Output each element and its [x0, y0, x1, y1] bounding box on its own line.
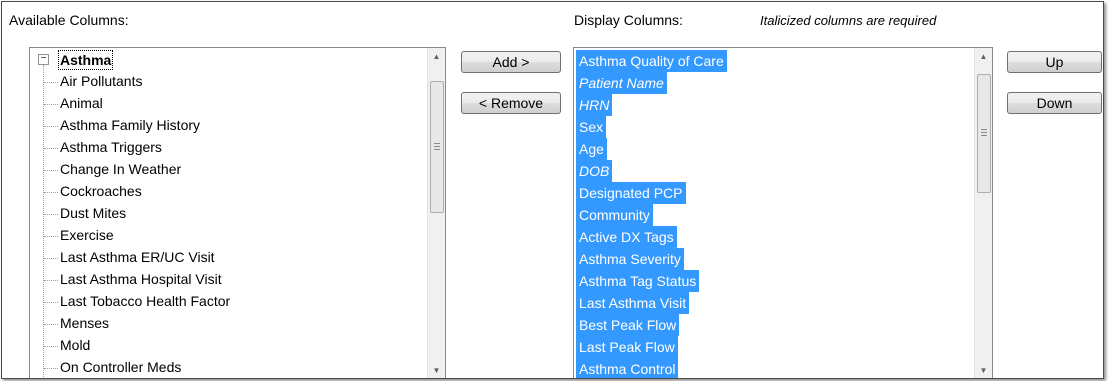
tree-item[interactable]: Menses: [44, 312, 109, 334]
tree-branch-line: [44, 191, 58, 193]
down-button[interactable]: Down: [1007, 92, 1102, 114]
minus-box-icon[interactable]: −: [38, 54, 49, 65]
remove-button[interactable]: < Remove: [461, 92, 561, 114]
tree-branch-line: [44, 147, 58, 149]
tree-item[interactable]: Last Asthma Hospital Visit: [44, 268, 222, 290]
available-columns-tree[interactable]: − Asthma Air Pollutants Animal Asthma Fami…: [29, 47, 446, 378]
display-column-item[interactable]: Patient Name: [576, 72, 667, 94]
thumb-grip: [981, 129, 987, 130]
thumb-grip: [434, 146, 440, 147]
tree-item-label: Last Asthma Hospital Visit: [60, 271, 222, 287]
available-columns-label: Available Columns:: [9, 12, 129, 28]
available-scrollbar[interactable]: ▲ ▼: [427, 48, 445, 378]
display-column-item[interactable]: DOB: [576, 160, 613, 182]
display-column-item[interactable]: Sex: [576, 116, 607, 138]
tree-item-label: Exercise: [60, 227, 114, 243]
display-column-item[interactable]: Best Peak Flow: [576, 314, 680, 336]
tree-item[interactable]: Exercise: [44, 224, 114, 246]
required-note: Italicized columns are required: [760, 13, 937, 28]
tree-branch-line: [44, 279, 58, 281]
tree-item[interactable]: Last Tobacco Health Factor: [44, 290, 230, 312]
tree-item[interactable]: On Controller Meds: [44, 356, 181, 378]
display-column-item[interactable]: HRN: [576, 94, 613, 116]
scroll-up-arrow-icon[interactable]: ▲: [975, 48, 992, 65]
tree-item[interactable]: Dust Mites: [44, 202, 126, 224]
display-column-item[interactable]: Asthma Severity: [576, 248, 684, 270]
tree-item-label: Mold: [60, 337, 91, 353]
tree-item-label: Animal: [60, 95, 103, 111]
tree-item[interactable]: Last Asthma ER/UC Visit: [44, 246, 215, 268]
column-chooser-panel: Available Columns: Display Columns: Ital…: [1, 1, 1104, 379]
tree-branch-line: [44, 257, 58, 259]
thumb-grip: [434, 143, 440, 144]
tree-branch-line: [44, 367, 58, 369]
thumb-grip: [981, 132, 987, 133]
tree-item-label: Last Tobacco Health Factor: [60, 293, 231, 309]
tree-branch-line: [44, 235, 58, 237]
display-column-item[interactable]: Asthma Quality of Care: [576, 50, 727, 72]
tree-item-label: Menses: [60, 315, 110, 331]
tree-root-asthma[interactable]: Asthma: [58, 50, 114, 70]
tree-branch-line: [44, 169, 58, 171]
display-column-item[interactable]: Asthma Control: [576, 358, 679, 378]
scroll-down-arrow-icon[interactable]: ▼: [975, 362, 992, 378]
thumb-grip: [434, 149, 440, 150]
scroll-thumb[interactable]: [430, 81, 444, 213]
tree-item[interactable]: Change In Weather: [44, 158, 181, 180]
scroll-up-arrow-icon[interactable]: ▲: [428, 48, 445, 65]
tree-branch-line: [44, 103, 58, 105]
tree-item[interactable]: Asthma Triggers: [44, 136, 162, 158]
tree-item[interactable]: Cockroaches: [44, 180, 142, 202]
display-column-item[interactable]: Last Peak Flow: [576, 336, 678, 358]
scroll-down-arrow-icon[interactable]: ▼: [428, 362, 445, 378]
tree-branch-line: [44, 213, 58, 215]
display-column-item[interactable]: Age: [576, 138, 607, 160]
tree-item-label: On Controller Meds: [60, 359, 182, 375]
add-button[interactable]: Add >: [461, 51, 561, 73]
up-button[interactable]: Up: [1007, 51, 1102, 73]
display-column-item[interactable]: Designated PCP: [576, 182, 686, 204]
display-column-item[interactable]: Asthma Tag Status: [576, 270, 700, 292]
tree-branch-line: [44, 323, 58, 325]
tree-branch-line: [44, 125, 58, 127]
display-columns-label: Display Columns:: [574, 12, 683, 28]
tree-branch-line: [44, 345, 58, 347]
tree-branch-line: [44, 81, 58, 83]
display-column-item[interactable]: Last Asthma Visit: [576, 292, 690, 314]
tree-item-label: Dust Mites: [60, 205, 127, 221]
tree-item[interactable]: Mold: [44, 334, 90, 356]
display-column-item[interactable]: Active DX Tags: [576, 226, 677, 248]
tree-item[interactable]: Animal: [44, 92, 103, 114]
tree-branch-line: [44, 301, 58, 303]
display-column-item[interactable]: Community: [576, 204, 653, 226]
tree-item-label: Asthma Family History: [60, 117, 201, 133]
scroll-thumb[interactable]: [977, 74, 991, 193]
tree-item-label: Asthma Triggers: [60, 139, 162, 155]
tree-item[interactable]: Asthma Family History: [44, 114, 200, 136]
display-columns-list[interactable]: Asthma Quality of Care Patient Name HRN Sex…: [573, 47, 993, 378]
tree-item-label: Air Pollutants: [60, 73, 143, 89]
display-scrollbar[interactable]: ▲ ▼: [974, 48, 992, 378]
tree-item-label: Cockroaches: [60, 183, 142, 199]
thumb-grip: [981, 135, 987, 136]
tree-item[interactable]: Air Pollutants: [44, 70, 142, 92]
tree-item-label: Change In Weather: [60, 161, 182, 177]
tree-item-label: Last Asthma ER/UC Visit: [60, 249, 215, 265]
